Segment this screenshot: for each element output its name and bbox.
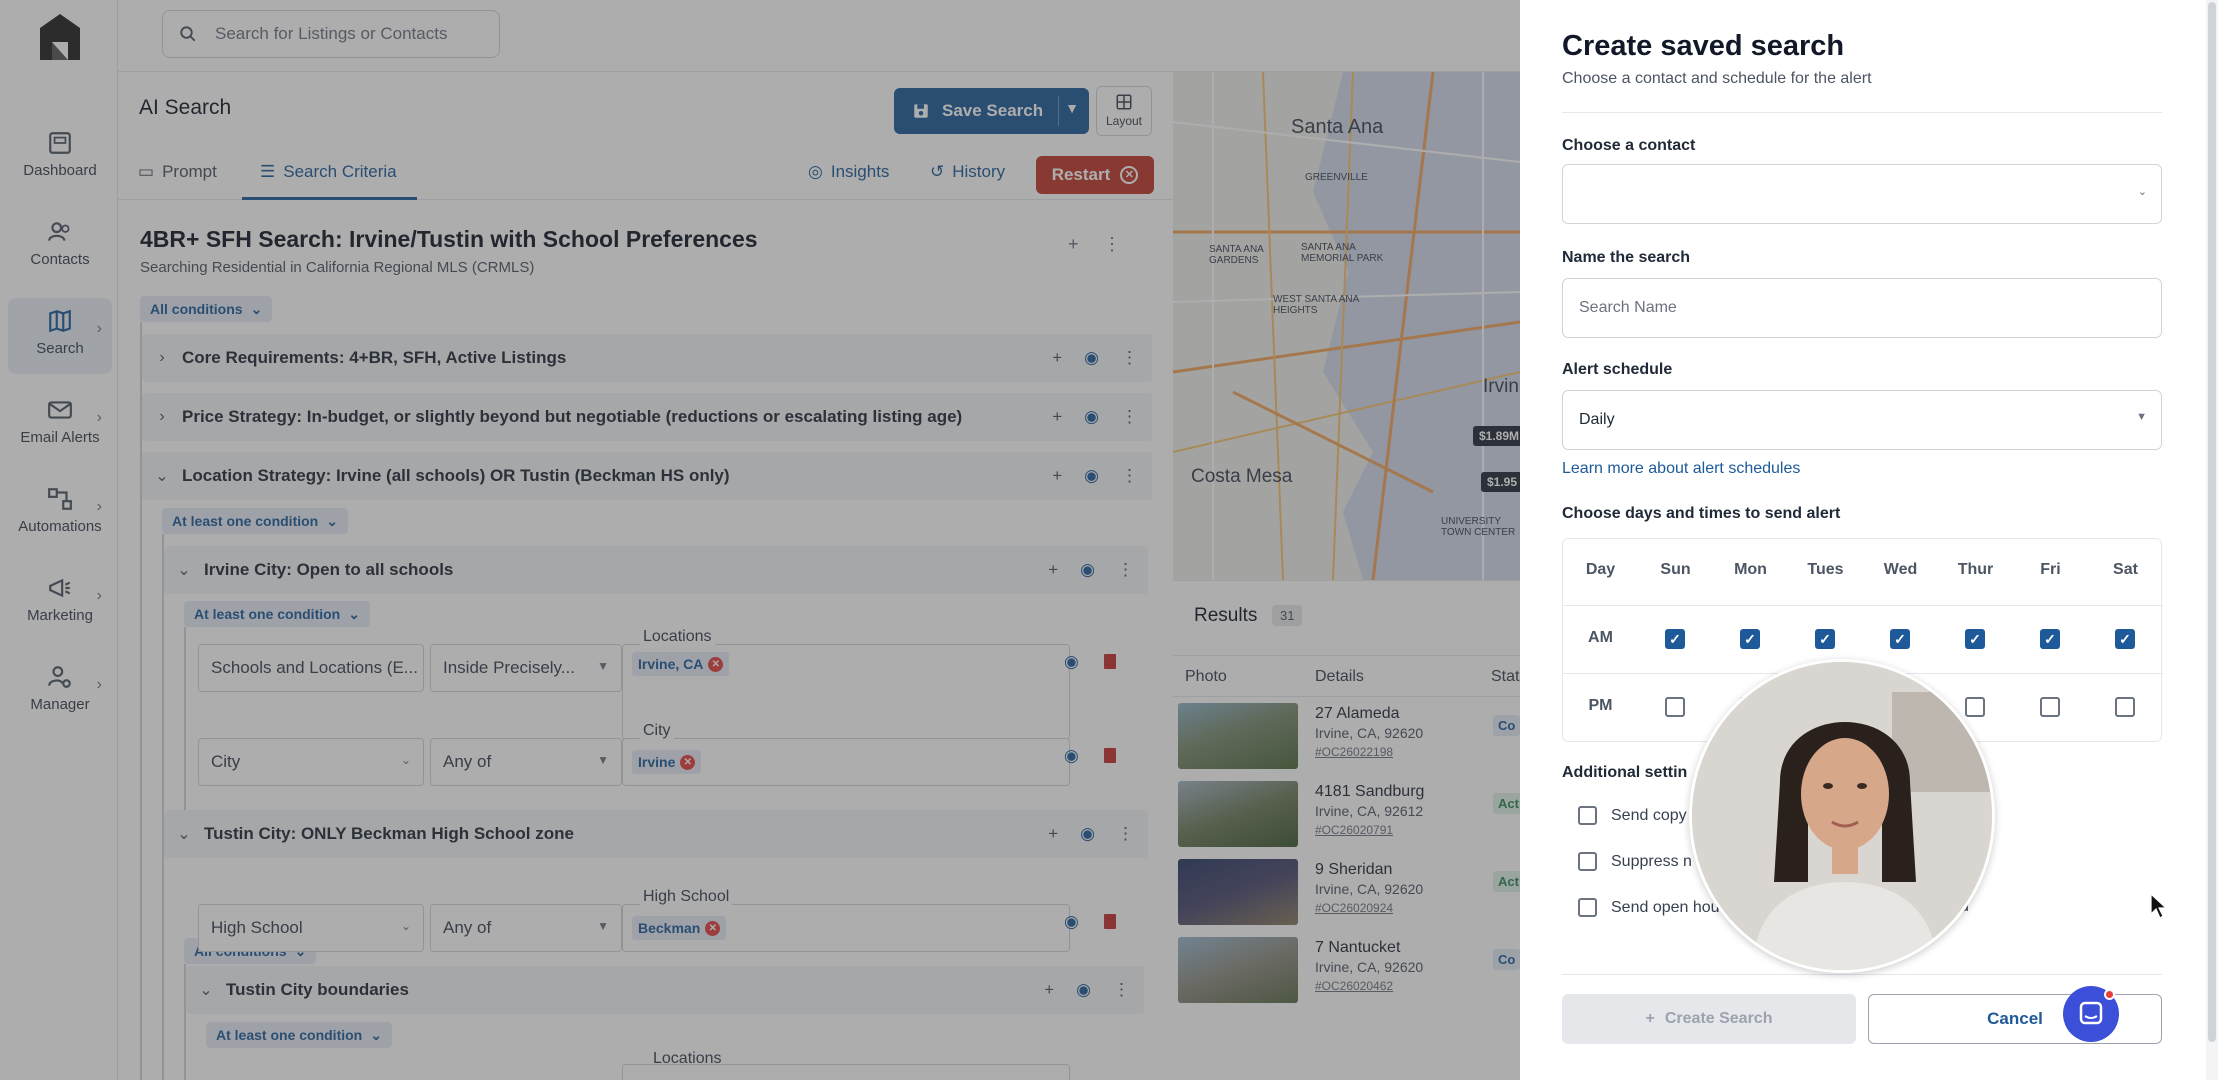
day-header: Mon bbox=[1734, 561, 1767, 578]
day-checkbox[interactable]: ✓ bbox=[1890, 629, 1910, 649]
day-header: Sun bbox=[1660, 561, 1691, 578]
create-search-label: Create Search bbox=[1664, 1010, 1773, 1027]
day-header: Day bbox=[1585, 561, 1616, 578]
divider bbox=[1563, 605, 2163, 606]
option-label: Send copy bbox=[1611, 806, 1687, 824]
modal-backdrop[interactable] bbox=[0, 0, 1520, 1080]
additional-settings-label: Additional settin bbox=[1562, 764, 1688, 781]
checkbox[interactable] bbox=[1578, 898, 1597, 917]
chevron-down-icon: ⌄ bbox=[2137, 186, 2147, 198]
day-header: Thur bbox=[1957, 561, 1994, 578]
search-name-placeholder: Search Name bbox=[1579, 299, 1677, 316]
pm-label: PM bbox=[1588, 697, 1613, 714]
option-label: Send open hou bbox=[1611, 898, 1720, 916]
schedule-label: Alert schedule bbox=[1562, 361, 1673, 378]
schedule-value: Daily bbox=[1579, 411, 1615, 428]
presenter-video bbox=[1692, 662, 1992, 970]
scrollbar[interactable] bbox=[2206, 0, 2218, 1080]
webcam-bubble bbox=[1689, 659, 1995, 973]
contact-label: Choose a contact bbox=[1562, 137, 1696, 154]
option-label: Suppress n bbox=[1611, 852, 1692, 870]
day-checkbox[interactable] bbox=[2040, 697, 2060, 717]
day-checkbox[interactable]: ✓ bbox=[1740, 629, 1760, 649]
name-label: Name the search bbox=[1562, 249, 1691, 266]
day-header: Tues bbox=[1807, 561, 1844, 578]
am-label: AM bbox=[1588, 629, 1613, 646]
day-checkbox[interactable]: ✓ bbox=[2115, 629, 2135, 649]
option-send-open-house[interactable]: Send open hou bbox=[1578, 898, 1720, 917]
divider bbox=[1562, 974, 2162, 975]
chat-launcher-button[interactable] bbox=[2063, 986, 2119, 1042]
day-checkbox[interactable]: ✓ bbox=[1815, 629, 1835, 649]
day-header: Fri bbox=[2040, 561, 2061, 578]
day-checkbox[interactable] bbox=[1965, 697, 1985, 717]
contact-select[interactable]: ⌄ bbox=[1562, 164, 2162, 224]
day-checkbox[interactable]: ✓ bbox=[1965, 629, 1985, 649]
day-checkbox[interactable]: ✓ bbox=[2040, 629, 2060, 649]
create-search-button[interactable]: + Create Search bbox=[1562, 994, 1856, 1044]
days-label: Choose days and times to send alert bbox=[1562, 505, 1841, 522]
cancel-label: Cancel bbox=[1987, 1009, 2043, 1028]
option-send-copy[interactable]: Send copy bbox=[1578, 806, 1687, 825]
option-suppress[interactable]: Suppress n bbox=[1578, 852, 1692, 871]
search-name-input[interactable]: Search Name bbox=[1562, 278, 2162, 338]
day-checkbox[interactable]: ✓ bbox=[1665, 629, 1685, 649]
scrollbar-thumb[interactable] bbox=[2208, 2, 2216, 1042]
checkbox[interactable] bbox=[1578, 852, 1597, 871]
divider bbox=[1562, 112, 2162, 113]
alert-schedule-select[interactable]: Daily ▼ bbox=[1562, 390, 2162, 450]
day-header: Wed bbox=[1883, 561, 1918, 578]
drawer-subtitle: Choose a contact and schedule for the al… bbox=[1562, 70, 1872, 87]
caret-down-icon: ▼ bbox=[2136, 411, 2147, 423]
mouse-cursor-icon bbox=[2150, 893, 2168, 919]
plus-icon: + bbox=[1645, 1010, 1655, 1027]
day-checkbox[interactable] bbox=[1665, 697, 1685, 717]
notification-dot bbox=[2104, 989, 2115, 1000]
drawer-title: Create saved search bbox=[1562, 30, 1845, 62]
learn-more-link[interactable]: Learn more about alert schedules bbox=[1562, 460, 1800, 478]
day-header: Sat bbox=[2113, 561, 2138, 578]
day-checkbox[interactable] bbox=[2115, 697, 2135, 717]
checkbox[interactable] bbox=[1578, 806, 1597, 825]
